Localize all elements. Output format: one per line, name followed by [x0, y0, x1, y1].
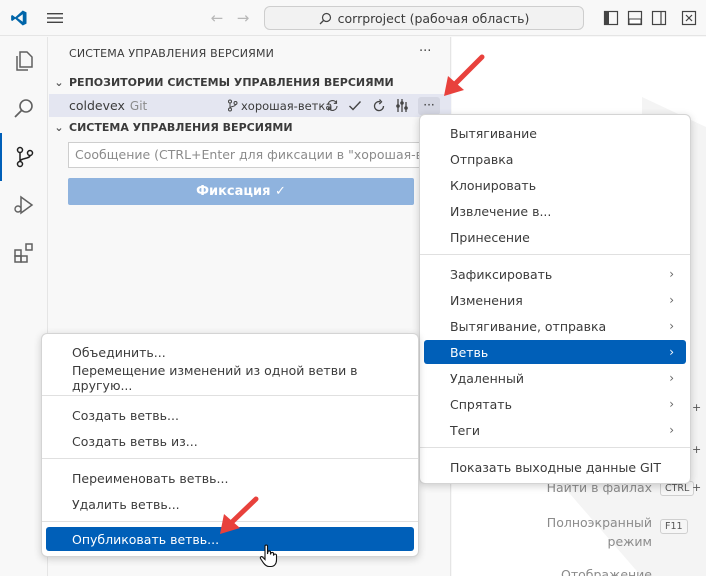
chevron-right-icon: › [669, 371, 674, 385]
repositories-section-header[interactable]: ⌄ РЕПОЗИТОРИИ СИСТЕМЫ УПРАВЛЕНИЯ ВЕРСИЯМ… [49, 71, 451, 93]
search-text: corrproject (рабочая область) [337, 10, 530, 26]
view-hint: Отображение [560, 567, 652, 576]
command-center-search[interactable]: corrproject (рабочая область) [264, 6, 584, 30]
menu-item-checkout[interactable]: Извлечение в... [424, 199, 686, 223]
menu-item-show-git-output[interactable]: Показать выходные данные GIT [424, 455, 686, 479]
source-control-icon[interactable] [0, 133, 48, 181]
hint-plus: + [692, 481, 702, 494]
commit-check-icon[interactable] [348, 99, 362, 112]
sidebar-title: СИСТЕМА УПРАВЛЕНИЯ ВЕРСИЯМИ [69, 47, 275, 60]
menu-item-clone[interactable]: Клонировать [424, 173, 686, 197]
fullscreen-key: F11 [660, 518, 688, 534]
menu-item-remote[interactable]: Удаленный › [424, 366, 686, 390]
chevron-down-icon: ⌄ [54, 120, 64, 134]
source-control-context-menu: Вытягивание Отправка Клонировать Извлече… [419, 114, 691, 484]
menu-separator [42, 458, 418, 459]
menu-item-pull-push[interactable]: Вытягивание, отправка › [424, 314, 686, 338]
fullscreen-hint-line2: режим [607, 534, 652, 549]
toggle-secondary-sidebar-icon[interactable] [651, 10, 667, 26]
search-icon [319, 12, 331, 24]
chevron-right-icon: › [669, 345, 674, 359]
repo-name: coldevex [69, 98, 125, 113]
forward-arrow-icon[interactable]: → [234, 9, 252, 27]
chevron-right-icon: › [669, 423, 674, 437]
chevron-down-icon: ⌄ [54, 75, 64, 89]
fullscreen-hint-line1: Полноэкранный [546, 515, 652, 530]
menu-item-branch[interactable]: Ветвь › [424, 340, 686, 364]
chevron-right-icon: › [669, 267, 674, 281]
scm-header-label: СИСТЕМА УПРАВЛЕНИЯ ВЕРСИЯМИ [69, 120, 293, 134]
menu-item-stash[interactable]: Спрятать › [424, 392, 686, 416]
repositories-header-label: РЕПОЗИТОРИИ СИСТЕМЫ УПРАВЛЕНИЯ ВЕРСИЯМИ [69, 75, 394, 89]
menu-item-create-branch-from[interactable]: Создать ветвь из... [46, 429, 414, 453]
toggle-panel-icon[interactable] [627, 10, 643, 26]
hand-cursor-icon [259, 544, 278, 568]
hint-plus: + [692, 443, 702, 456]
hint-plus: + [692, 401, 702, 414]
chevron-right-icon: › [669, 319, 674, 333]
menu-item-commit[interactable]: Зафиксировать › [424, 262, 686, 286]
menu-item-pull[interactable]: Вытягивание [424, 121, 686, 145]
menu-item-push[interactable]: Отправка [424, 147, 686, 171]
annotation-arrow-icon [444, 54, 485, 96]
sidebar-more-icon[interactable]: ··· [419, 44, 431, 59]
branch-icon [228, 99, 238, 112]
menu-item-create-branch[interactable]: Создать ветвь... [46, 403, 414, 427]
refresh-icon[interactable] [372, 98, 386, 113]
menu-item-tags[interactable]: Теги › [424, 418, 686, 442]
menu-item-merge[interactable]: Объединить... [46, 340, 414, 364]
back-arrow-icon[interactable]: ← [208, 9, 226, 27]
chevron-right-icon: › [669, 397, 674, 411]
toggle-sidebar-icon[interactable] [603, 10, 619, 26]
menu-item-rebase[interactable]: Перемещение изменений из одной ветви в д… [46, 363, 414, 393]
search-view-icon[interactable] [0, 85, 48, 133]
commit-message-input[interactable]: Сообщение (CTRL+Enter для фиксации в "хо… [68, 142, 420, 168]
menu-item-changes[interactable]: Изменения › [424, 288, 686, 312]
chevron-right-icon: › [669, 293, 674, 307]
vscode-logo-icon [11, 10, 27, 26]
annotation-arrow-icon [220, 496, 259, 534]
branch-name: хорошая-ветка [241, 98, 333, 113]
menu-separator [420, 447, 690, 448]
branch-indicator[interactable]: хорошая-ветка [227, 99, 332, 113]
scm-section-header[interactable]: ⌄ СИСТЕМА УПРАВЛЕНИЯ ВЕРСИЯМИ [49, 116, 451, 138]
explorer-icon[interactable] [0, 37, 48, 85]
sync-icon[interactable] [326, 99, 339, 112]
repo-type: Git [129, 98, 148, 113]
repository-row[interactable]: coldevex Git хорошая-ветка ··· [49, 94, 451, 117]
hamburger-menu-icon[interactable] [46, 10, 64, 26]
customize-layout-icon[interactable] [681, 10, 697, 26]
repo-more-actions-icon[interactable]: ··· [418, 96, 440, 115]
title-bar: ← → corrproject (рабочая область) [0, 0, 706, 36]
run-debug-icon[interactable] [0, 181, 48, 229]
extensions-icon[interactable] [0, 229, 48, 277]
menu-separator [420, 254, 690, 255]
graph-icon[interactable] [395, 98, 409, 113]
commit-button[interactable]: Фиксация ✓ [68, 178, 414, 205]
menu-separator [42, 395, 418, 396]
menu-item-fetch[interactable]: Принесение [424, 225, 686, 249]
menu-item-rename-branch[interactable]: Переименовать ветвь... [46, 466, 414, 490]
